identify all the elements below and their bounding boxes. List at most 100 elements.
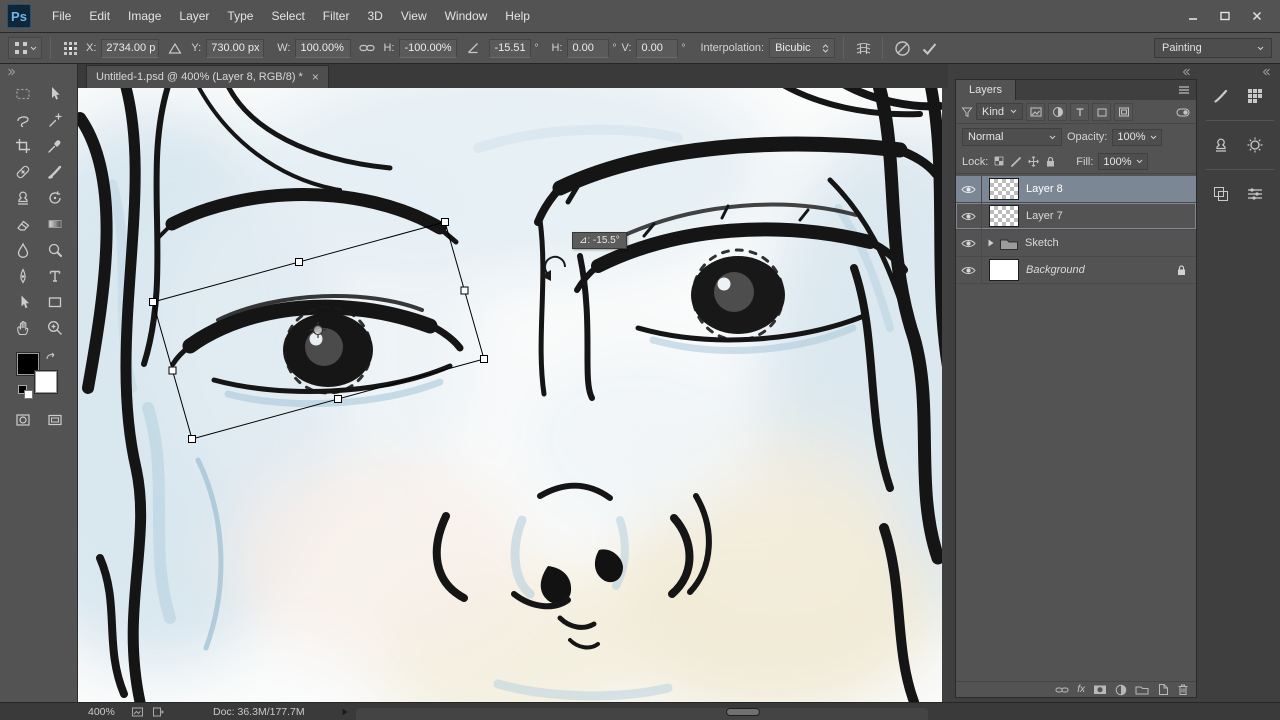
- screen-mode-button[interactable]: [39, 407, 71, 433]
- zoom-level-field[interactable]: 400%: [88, 703, 115, 720]
- vskew-input[interactable]: 0.00: [636, 38, 679, 58]
- swatches-panel-button[interactable]: [1240, 84, 1270, 108]
- layers-panel-tab[interactable]: Layers: [956, 80, 1017, 100]
- menu-select[interactable]: Select: [262, 0, 313, 33]
- path-selection-tool[interactable]: [7, 289, 39, 315]
- filter-pixel-layers-button[interactable]: [1026, 102, 1046, 121]
- filter-adjustment-layers-button[interactable]: [1048, 102, 1068, 121]
- layer-name[interactable]: Background: [1026, 264, 1085, 276]
- canvas[interactable]: ⊿: -15.5°: [78, 88, 942, 702]
- collapse-tools-icon[interactable]: [5, 67, 15, 77]
- add-mask-button[interactable]: [1093, 684, 1107, 695]
- lock-all-button[interactable]: [1044, 155, 1057, 168]
- close-button[interactable]: [1244, 8, 1270, 24]
- lock-position-button[interactable]: [1027, 155, 1040, 168]
- brush-presets-panel-button[interactable]: [1206, 84, 1236, 108]
- group-disclosure-triangle[interactable]: [987, 238, 995, 248]
- commit-transform-button[interactable]: [918, 37, 940, 59]
- layer-filter-kind-select[interactable]: Kind: [976, 103, 1024, 120]
- y-input[interactable]: 730.00 px: [206, 38, 265, 58]
- visibility-toggle[interactable]: [956, 229, 982, 257]
- hskew-input[interactable]: 0.00: [567, 38, 610, 58]
- menu-type[interactable]: Type: [218, 0, 262, 33]
- type-tool[interactable]: [39, 263, 71, 289]
- x-input[interactable]: 2734.00 p: [101, 38, 160, 58]
- menu-help[interactable]: Help: [496, 0, 539, 33]
- new-group-button[interactable]: [1135, 684, 1149, 695]
- cancel-transform-button[interactable]: [891, 37, 913, 59]
- layers-panel-menu-icon[interactable]: [1177, 85, 1191, 96]
- new-layer-button[interactable]: [1157, 683, 1169, 696]
- collapse-dock-icon[interactable]: [1180, 67, 1190, 77]
- opacity-select[interactable]: 100%: [1112, 128, 1162, 146]
- default-colors-icon-bg[interactable]: [23, 390, 33, 399]
- pen-tool[interactable]: [7, 263, 39, 289]
- adjustments-panel-button[interactable]: [1240, 133, 1270, 157]
- eraser-tool[interactable]: [7, 211, 39, 237]
- filtering-toggle[interactable]: [1175, 105, 1191, 119]
- layer-name[interactable]: Sketch: [1025, 237, 1059, 249]
- collapse-strip-icon[interactable]: [1260, 67, 1270, 77]
- warp-mode-button[interactable]: [852, 37, 874, 59]
- rectangle-shape-tool[interactable]: [39, 289, 71, 315]
- hand-tool[interactable]: [7, 315, 39, 341]
- color-panel-button[interactable]: [1240, 182, 1270, 206]
- workspace-switcher[interactable]: Painting: [1154, 38, 1272, 58]
- layer-style-button[interactable]: fx: [1077, 684, 1085, 695]
- document-size-info[interactable]: Doc: 36.3M/177.7M: [213, 703, 305, 720]
- layer-thumbnail[interactable]: [989, 259, 1019, 281]
- fill-select[interactable]: 100%: [1098, 153, 1148, 170]
- maintain-aspect-ratio-toggle[interactable]: [356, 37, 378, 59]
- history-brush-tool[interactable]: [39, 185, 71, 211]
- gradient-tool[interactable]: [39, 211, 71, 237]
- filter-smart-objects-button[interactable]: [1114, 102, 1134, 121]
- menu-3d[interactable]: 3D: [358, 0, 391, 33]
- lock-pixels-button[interactable]: [1010, 155, 1023, 168]
- layer-row-layer7[interactable]: Layer 7: [956, 202, 1196, 230]
- layer-name[interactable]: Layer 7: [1026, 210, 1063, 222]
- background-color-swatch[interactable]: [34, 371, 57, 393]
- move-tool[interactable]: [39, 81, 71, 107]
- quick-mask-button[interactable]: [7, 407, 39, 433]
- horizontal-scrollbar-thumb[interactable]: [726, 708, 760, 716]
- height-input[interactable]: -100.00%: [399, 38, 458, 58]
- clone-stamp-tool[interactable]: [7, 185, 39, 211]
- layer-row-layer8[interactable]: Layer 8: [956, 175, 1196, 203]
- lasso-tool[interactable]: [7, 107, 39, 133]
- layer-thumbnail[interactable]: [989, 178, 1019, 200]
- filter-type-layers-button[interactable]: [1070, 102, 1090, 121]
- filter-shape-layers-button[interactable]: [1092, 102, 1112, 121]
- visibility-toggle[interactable]: [956, 175, 982, 203]
- status-arrow-icon[interactable]: [341, 703, 349, 720]
- layer-row-background[interactable]: Background: [956, 256, 1196, 284]
- clone-source-panel-button[interactable]: [1206, 133, 1236, 157]
- menu-window[interactable]: Window: [436, 0, 497, 33]
- delete-layer-button[interactable]: [1177, 683, 1189, 696]
- tool-preset-picker[interactable]: [8, 37, 42, 59]
- layer-thumbnail[interactable]: [989, 205, 1019, 227]
- status-flyout-icon[interactable]: [152, 703, 165, 720]
- blend-mode-select[interactable]: Normal: [962, 128, 1062, 146]
- status-thumbnail-icon[interactable]: [131, 703, 144, 720]
- visibility-toggle[interactable]: [956, 256, 982, 284]
- menu-layer[interactable]: Layer: [170, 0, 218, 33]
- tab-close-icon[interactable]: ×: [312, 70, 319, 84]
- menu-edit[interactable]: Edit: [80, 0, 119, 33]
- layer-name[interactable]: Layer 8: [1026, 183, 1063, 195]
- reference-point-locator[interactable]: [59, 37, 81, 59]
- relative-positioning-toggle[interactable]: [164, 37, 186, 59]
- document-tab[interactable]: Untitled-1.psd @ 400% (Layer 8, RGB/8) *…: [86, 65, 329, 88]
- layer-row-sketch-group[interactable]: Sketch: [956, 229, 1196, 257]
- styles-panel-button[interactable]: [1206, 182, 1236, 206]
- blur-tool[interactable]: [7, 237, 39, 263]
- horizontal-scrollbar[interactable]: [356, 708, 928, 720]
- width-input[interactable]: 100.00%: [295, 38, 352, 58]
- menu-filter[interactable]: Filter: [314, 0, 359, 33]
- rectangular-marquee-tool[interactable]: [7, 81, 39, 107]
- swap-colors-icon[interactable]: [45, 352, 58, 364]
- link-layers-button[interactable]: [1055, 685, 1069, 695]
- minimize-button[interactable]: [1180, 8, 1206, 24]
- menu-view[interactable]: View: [392, 0, 436, 33]
- crop-tool[interactable]: [7, 133, 39, 159]
- canvas-artwork[interactable]: [78, 88, 942, 702]
